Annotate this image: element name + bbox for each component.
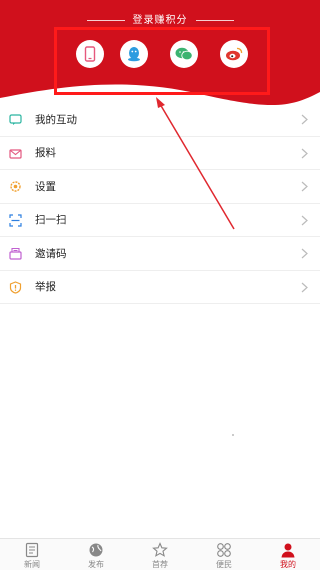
tab-recommend[interactable]: 首荐	[128, 539, 192, 570]
chevron-right-icon	[301, 248, 308, 259]
tab-label: 首荐	[152, 560, 168, 569]
menu-item-invite-code[interactable]: 邀请码	[0, 237, 320, 271]
menu-item-label: 扫一扫	[35, 214, 67, 227]
menu-item-settings[interactable]: 设置	[0, 170, 320, 204]
newspaper-icon	[25, 542, 39, 558]
chevron-right-icon	[301, 282, 308, 292]
tab-label: 我的	[280, 560, 296, 569]
star-icon	[152, 542, 168, 557]
chat-icon	[9, 114, 22, 125]
globe-icon	[89, 543, 103, 557]
scan-icon	[9, 213, 22, 227]
profile-header: 登录赚积分	[0, 0, 320, 110]
login-title-text: 登录赚积分	[132, 15, 188, 26]
menu-item-label: 报料	[35, 147, 56, 160]
chevron-right-icon	[301, 215, 308, 225]
chevron-right-icon	[301, 114, 308, 125]
tab-label: 便民	[216, 560, 232, 569]
stray-dot	[232, 434, 234, 436]
chevron-right-icon	[301, 148, 308, 158]
tab-label: 新闻	[24, 560, 40, 569]
tab-label: 发布	[88, 560, 104, 569]
user-icon	[281, 543, 295, 558]
mail-icon	[9, 148, 22, 159]
menu-item-scan[interactable]: 扫一扫	[0, 204, 320, 237]
menu-item-report[interactable]: 举报	[0, 271, 320, 304]
menu-item-interaction[interactable]: 我的互动	[0, 103, 320, 137]
menu-item-label: 邀请码	[35, 247, 67, 260]
tab-news[interactable]: 新闻	[0, 539, 64, 570]
login-methods-highlight	[54, 27, 270, 95]
menu-item-label: 设置	[35, 180, 56, 193]
invite-icon	[9, 247, 22, 260]
menu-item-label: 我的互动	[35, 113, 77, 126]
tab-services[interactable]: 便民	[192, 539, 256, 570]
menu-list: 我的互动 报料 设置 扫一扫 邀请码 举报	[0, 103, 320, 304]
tab-publish[interactable]: 发布	[64, 539, 128, 570]
login-title: 登录赚积分	[0, 11, 320, 26]
gear-icon	[10, 181, 21, 192]
menu-item-tip-off[interactable]: 报料	[0, 137, 320, 170]
alert-icon	[9, 280, 22, 294]
chevron-right-icon	[301, 181, 308, 192]
menu-item-label: 举报	[35, 281, 56, 294]
tab-mine[interactable]: 我的	[256, 539, 320, 570]
bottom-tab-bar: 新闻 发布 首荐 便民 我的	[0, 538, 320, 570]
grid-icon	[217, 543, 231, 557]
